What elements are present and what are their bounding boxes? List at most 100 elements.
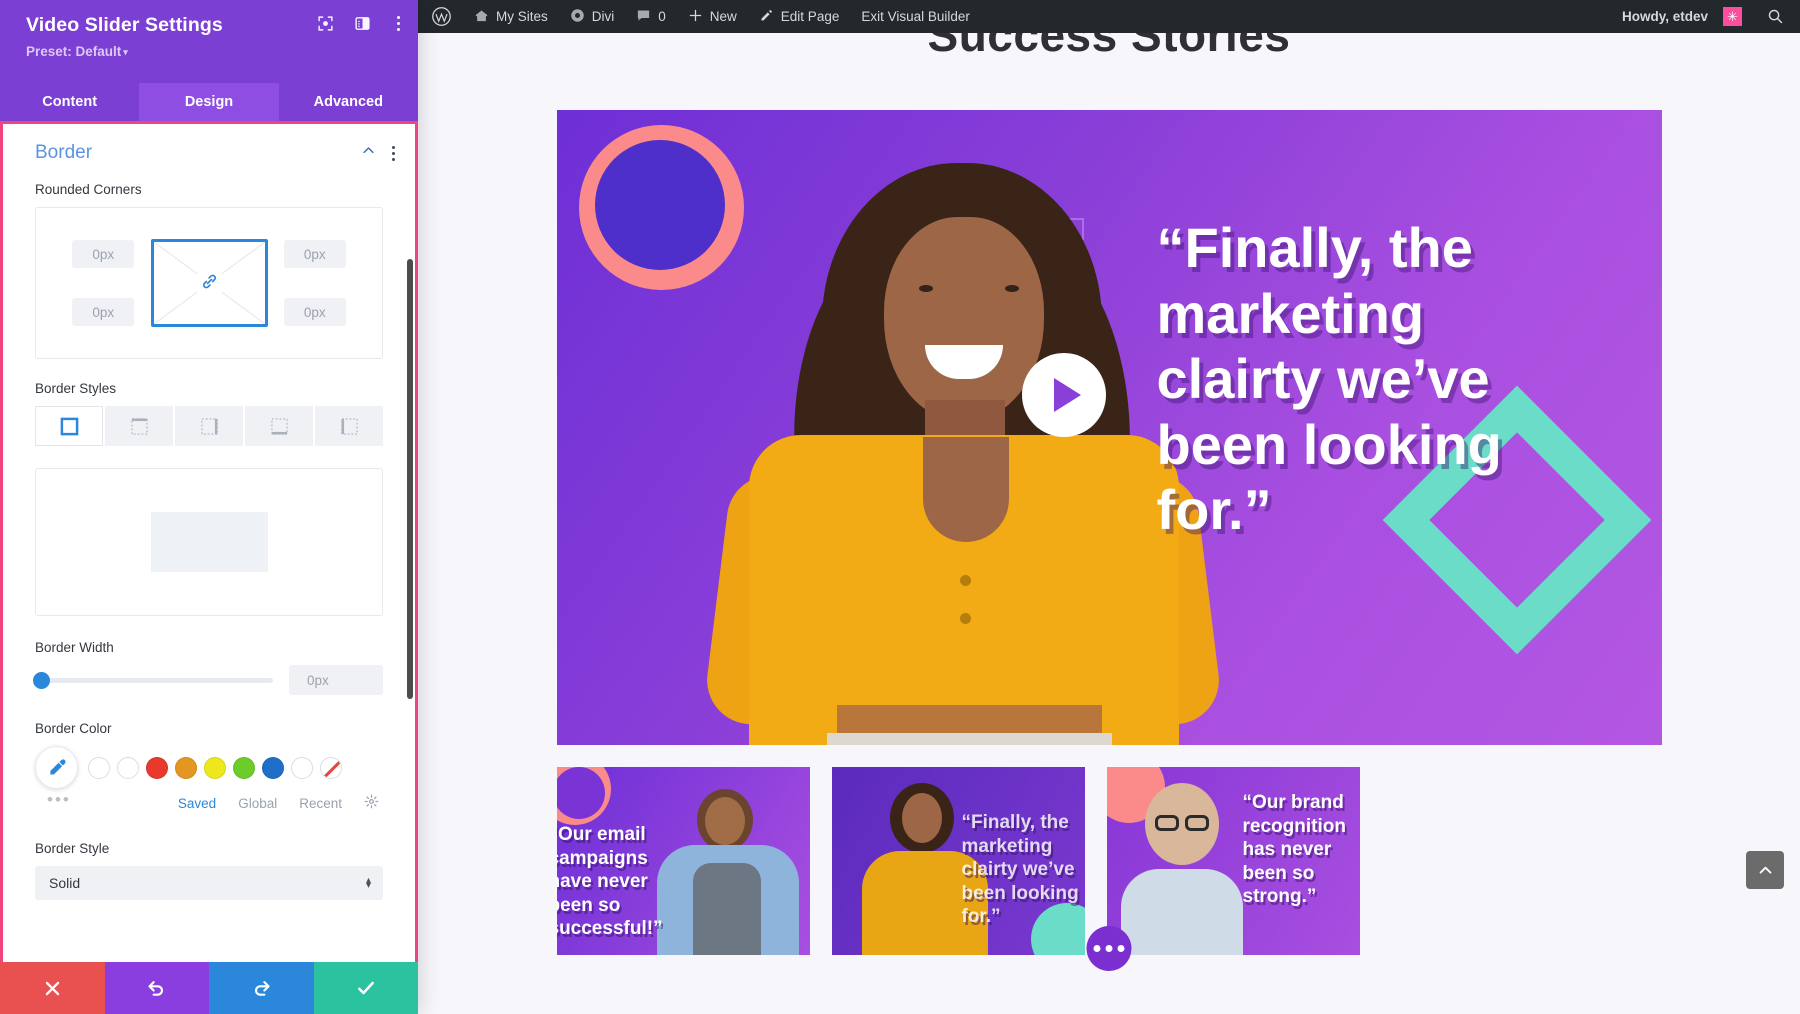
- thumbnail-quote: “Finally, the marketing clairty we’ve be…: [961, 812, 1079, 928]
- scrollbar-thumb[interactable]: [407, 259, 413, 699]
- border-styles-group: [35, 406, 383, 446]
- wp-menu-label: New: [709, 9, 737, 24]
- wp-menu-my-sites[interactable]: My Sites: [463, 0, 559, 33]
- search-icon[interactable]: [1753, 0, 1800, 33]
- play-icon[interactable]: [1021, 353, 1106, 437]
- border-style-bottom-side[interactable]: [245, 406, 313, 446]
- slide-quote: “Finally, the marketing clairty we’ve be…: [1156, 216, 1502, 542]
- ellipsis-icon[interactable]: [1086, 926, 1132, 971]
- wp-account-menu[interactable]: Howdy, etdev ✳: [1611, 0, 1753, 33]
- chevron-updown-icon: ▴ ▾: [365, 874, 371, 891]
- page-title: Success Stories: [927, 33, 1291, 61]
- undo-button[interactable]: [104, 962, 209, 1014]
- panel-scrollbar[interactable]: [407, 124, 415, 962]
- palette-tab-recent[interactable]: Recent: [299, 796, 342, 811]
- corner-top-left-input[interactable]: 0px: [72, 240, 135, 268]
- wp-menu-edit-page[interactable]: Edit Page: [748, 0, 851, 33]
- divi-icon: [570, 8, 585, 26]
- wordpress-logo-icon[interactable]: [418, 0, 463, 33]
- preset-selector[interactable]: Preset: Default ▾: [26, 44, 400, 59]
- app-root: My Sites Divi 0 New Edit Page Exit Visua…: [0, 0, 1800, 1014]
- border-width-input[interactable]: 0px: [289, 665, 383, 695]
- border-style-select[interactable]: Solid ▴ ▾: [35, 866, 383, 900]
- field-border-preview: [3, 468, 415, 616]
- swatch-red[interactable]: [146, 756, 168, 779]
- border-preview-swatch: [150, 512, 268, 572]
- swatch-transparent[interactable]: [320, 756, 342, 779]
- wp-menu-label: Edit Page: [780, 9, 840, 24]
- redo-button[interactable]: [209, 962, 314, 1014]
- corner-bottom-right-input[interactable]: 0px: [283, 298, 346, 326]
- tab-content[interactable]: Content: [0, 83, 139, 121]
- corner-top-right-input[interactable]: 0px: [283, 240, 346, 268]
- panel-body-highlight: Border Rounded Corners 0px 0px 0px 0px B…: [0, 121, 418, 962]
- pencil-icon: [759, 8, 774, 26]
- panel-layout-icon[interactable]: [354, 15, 371, 32]
- chevron-up-icon[interactable]: [361, 143, 376, 163]
- gear-icon[interactable]: [364, 794, 379, 813]
- palette-tab-saved[interactable]: Saved: [178, 796, 216, 811]
- corners-link-preview: [150, 239, 268, 327]
- slider-handle[interactable]: [33, 671, 50, 689]
- color-palette: [35, 746, 383, 789]
- cancel-button[interactable]: [0, 962, 105, 1014]
- border-style-all-sides[interactable]: [35, 406, 103, 446]
- field-border-styles: Border Styles: [3, 381, 415, 446]
- wp-menu-label: Exit Visual Builder: [861, 9, 970, 24]
- swatch-orange[interactable]: [175, 756, 197, 779]
- swatch-empty-2[interactable]: [117, 756, 139, 779]
- video-slider-module[interactable]: “Finally, the marketing clairty we’ve be…: [556, 110, 1662, 971]
- more-vertical-icon[interactable]: [392, 145, 395, 161]
- thumbnail-quote: “Our brand recognition has never been so…: [1242, 792, 1346, 908]
- list-item[interactable]: “Our brand recognition has never been so…: [1106, 767, 1360, 955]
- tab-advanced[interactable]: Advanced: [279, 83, 418, 121]
- border-style-left-side[interactable]: [315, 406, 383, 446]
- panel-header-icons: [317, 14, 406, 33]
- section-title: Border: [35, 142, 93, 163]
- list-item[interactable]: “Finally, the marketing clairty we’ve be…: [831, 767, 1085, 955]
- wp-menu-new[interactable]: New: [677, 0, 748, 33]
- video-slider-main-slide[interactable]: “Finally, the marketing clairty we’ve be…: [556, 110, 1662, 745]
- swatch-blue[interactable]: [262, 756, 284, 779]
- wp-menu-exit-visual-builder[interactable]: Exit Visual Builder: [850, 0, 981, 33]
- swatch-empty-3[interactable]: [291, 756, 313, 779]
- avatar: ✳: [1723, 7, 1742, 26]
- sites-icon: [474, 8, 489, 26]
- swatch-yellow[interactable]: [204, 756, 226, 779]
- rounded-corners-control: 0px 0px 0px 0px: [35, 207, 383, 359]
- plus-icon: [688, 8, 703, 26]
- field-border-style: Border Style Solid ▴ ▾: [3, 841, 415, 900]
- swatch-green[interactable]: [233, 756, 255, 779]
- panel-body: Border Rounded Corners 0px 0px 0px 0px B…: [3, 124, 415, 962]
- palette-tab-global[interactable]: Global: [238, 796, 277, 811]
- panel-tabs: Content Design Advanced: [0, 83, 418, 121]
- border-style-right-side[interactable]: [175, 406, 243, 446]
- section-header-border[interactable]: Border: [3, 124, 415, 178]
- field-rounded-corners: Rounded Corners 0px 0px 0px 0px: [3, 182, 415, 359]
- wp-menu-divi[interactable]: Divi: [559, 0, 626, 33]
- chevron-up-icon[interactable]: [1746, 851, 1784, 889]
- wp-menu-label: My Sites: [496, 9, 548, 24]
- list-item[interactable]: “Our email campaigns have never been so …: [556, 767, 810, 955]
- eyedropper-icon[interactable]: [35, 746, 78, 789]
- border-style-top-side[interactable]: [105, 406, 173, 446]
- thumbnail-quote: “Our email campaigns have never been so …: [556, 824, 663, 940]
- more-vertical-icon[interactable]: [391, 14, 406, 33]
- wp-admin-bar: My Sites Divi 0 New Edit Page Exit Visua…: [418, 0, 1800, 33]
- comment-icon: [636, 8, 651, 26]
- link-icon[interactable]: [196, 270, 222, 296]
- field-label: Border Styles: [35, 381, 117, 396]
- border-width-slider[interactable]: [33, 671, 273, 689]
- comment-count: 0: [658, 9, 666, 24]
- howdy-label: Howdy, etdev: [1621, 9, 1708, 24]
- wp-menu-comments[interactable]: 0: [625, 0, 677, 33]
- tab-design[interactable]: Design: [139, 83, 279, 121]
- module-settings-panel: Video Slider Settings Preset: Default ▾ C…: [0, 0, 418, 1014]
- save-button[interactable]: [313, 962, 418, 1014]
- swatch-empty-1[interactable]: [88, 756, 110, 779]
- focus-target-icon[interactable]: [317, 15, 334, 32]
- corner-bottom-left-input[interactable]: 0px: [72, 298, 135, 326]
- field-border-color: Border Color ••• Saved Global Recent: [3, 721, 415, 813]
- panel-header: Video Slider Settings Preset: Default ▾: [0, 0, 418, 83]
- border-style-value: Solid: [49, 875, 81, 891]
